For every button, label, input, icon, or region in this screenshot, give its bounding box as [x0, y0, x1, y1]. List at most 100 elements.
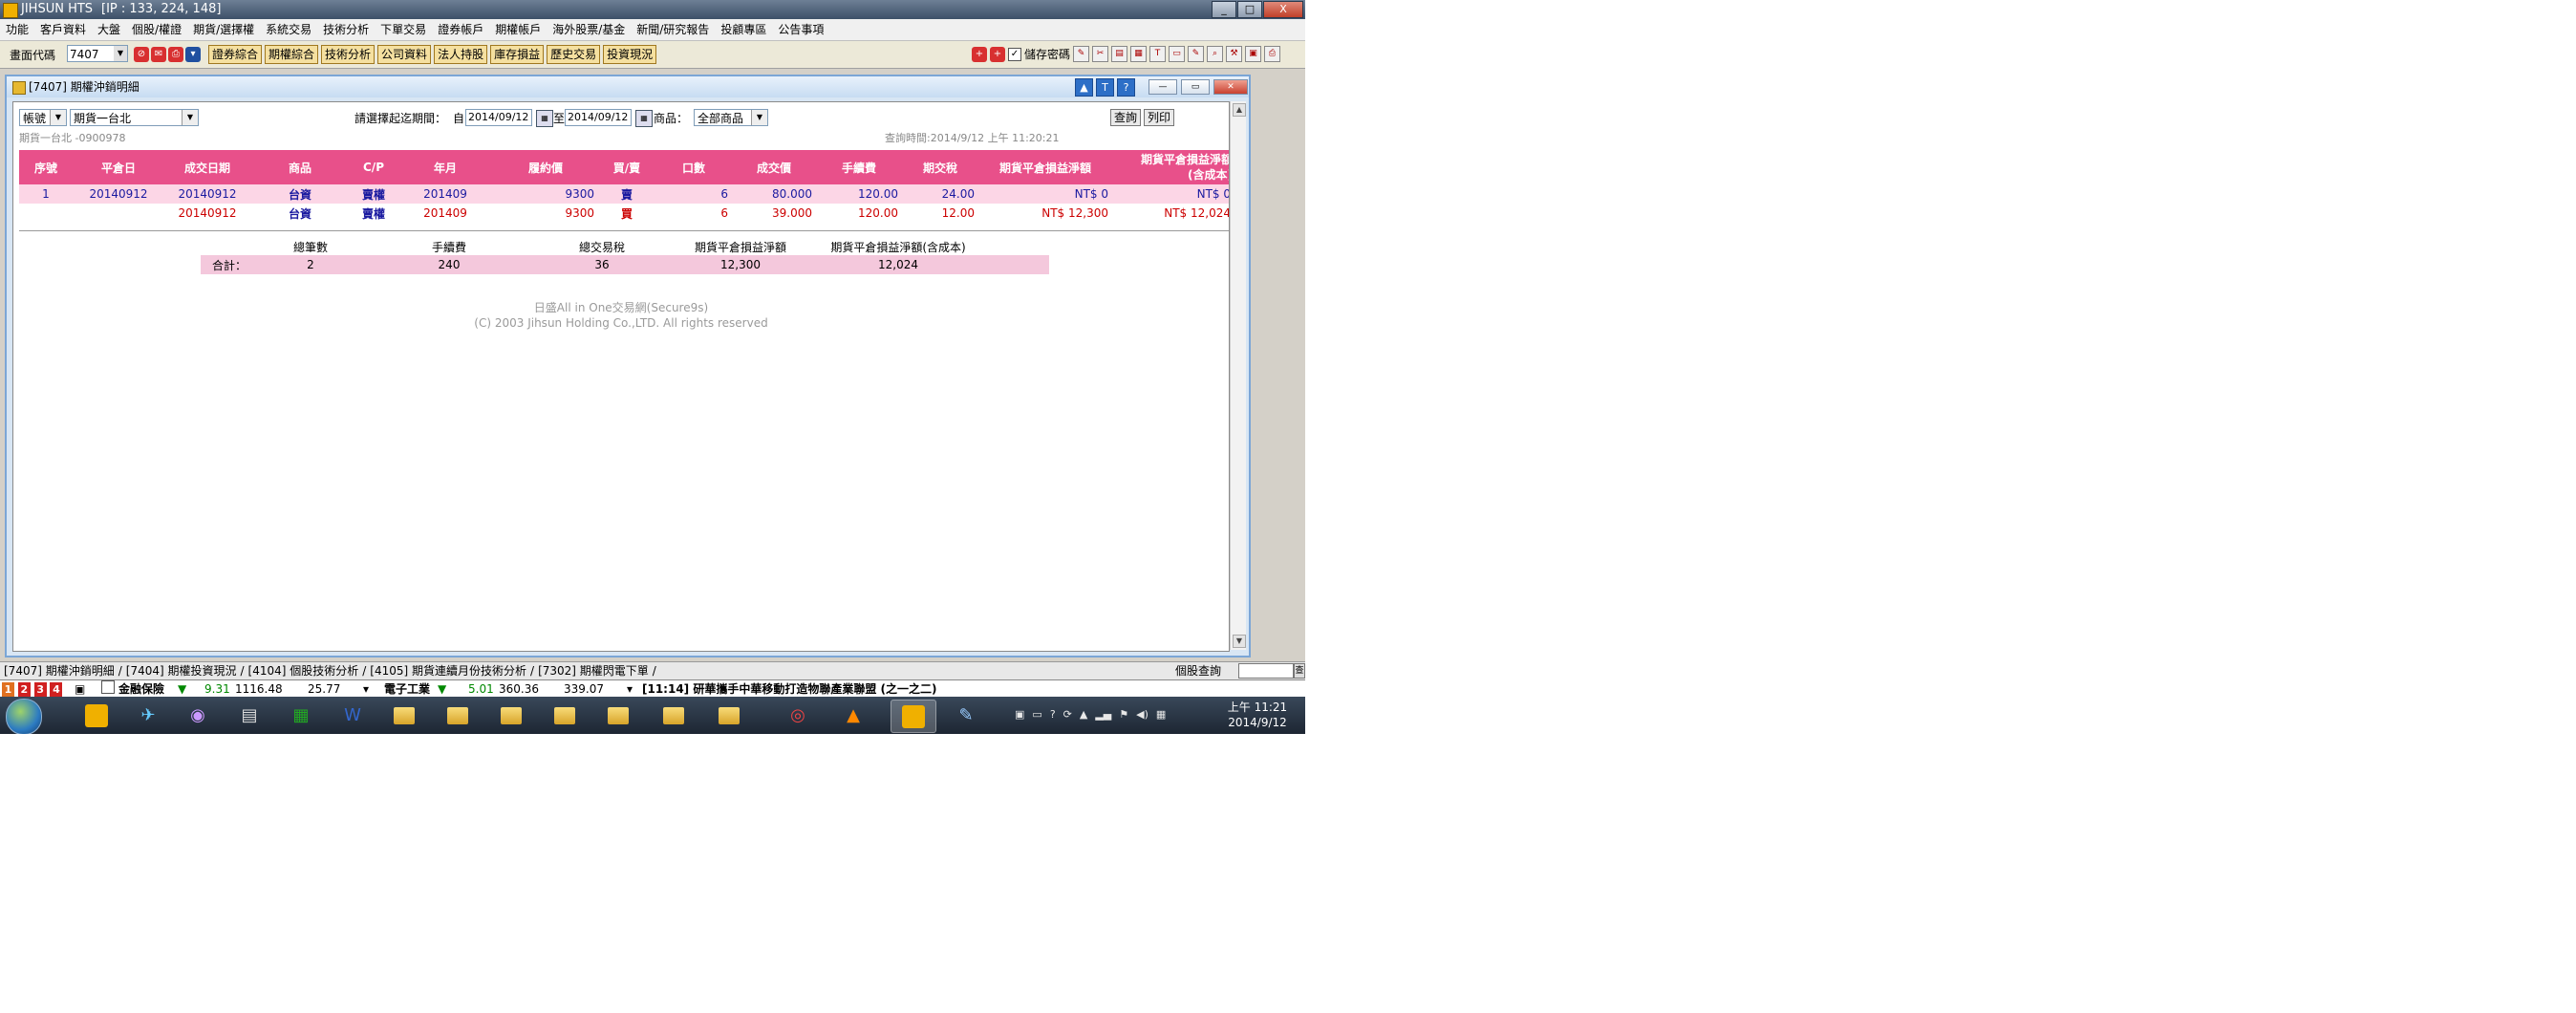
- inventory-pnl-button[interactable]: 庫存損益: [490, 45, 545, 64]
- print-icon[interactable]: ⎙: [1264, 46, 1281, 62]
- stop-icon[interactable]: ⊘: [134, 47, 149, 62]
- media-icon[interactable]: ◉: [176, 700, 220, 731]
- trade-history-button[interactable]: 歷史交易: [547, 45, 601, 64]
- securities-summary-button[interactable]: 證券綜合: [208, 45, 263, 64]
- chart-icon[interactable]: ▦: [1130, 46, 1148, 62]
- tool-icon[interactable]: ⚒: [1226, 46, 1243, 62]
- folder-icon[interactable]: [436, 700, 480, 731]
- word-icon[interactable]: W: [331, 700, 375, 731]
- tray-keyboard-icon[interactable]: ▭: [1032, 708, 1041, 721]
- tray-power-icon[interactable]: ▦: [1156, 708, 1166, 721]
- menu-securities-account[interactable]: 證券帳戶: [432, 19, 489, 40]
- tab-7407[interactable]: [7407] 期權沖銷明細: [0, 662, 118, 679]
- to-date-field[interactable]: 2014/09/12: [565, 109, 632, 126]
- company-info-button[interactable]: 公司資料: [377, 45, 432, 64]
- print-icon[interactable]: ⎙: [168, 47, 183, 62]
- page-3-button[interactable]: 3: [33, 682, 47, 698]
- start-button[interactable]: [6, 699, 42, 734]
- lock-icon[interactable]: +: [972, 46, 987, 62]
- menu-futures-options[interactable]: 期貨/選擇權: [187, 19, 260, 40]
- folder-icon[interactable]: [596, 700, 640, 731]
- stock-query-button[interactable]: 查: [1294, 663, 1305, 679]
- child-minimize-button[interactable]: —: [1148, 79, 1177, 95]
- menu-order[interactable]: 下單交易: [375, 19, 432, 40]
- excel-icon[interactable]: ▦: [279, 700, 323, 731]
- calendar-icon[interactable]: ▦: [635, 110, 653, 127]
- save-icon[interactable]: ▣: [1245, 46, 1262, 62]
- screen-code-select[interactable]: 7407 ▼: [67, 45, 128, 62]
- menu-customer[interactable]: 客戶資料: [34, 19, 92, 40]
- folder-icon[interactable]: [707, 700, 751, 731]
- ticker-dropdown-icon[interactable]: ▾: [363, 680, 369, 698]
- window-icon[interactable]: ▭: [1169, 46, 1186, 62]
- menu-overseas[interactable]: 海外股票/基金: [547, 19, 631, 40]
- cut-icon[interactable]: ✂: [1092, 46, 1109, 62]
- paint-icon[interactable]: ✎: [944, 700, 988, 731]
- text-icon[interactable]: T: [1149, 46, 1167, 62]
- table-row[interactable]: 20140912 台資 賣權 201409 9300 買 6 39.000 12…: [19, 204, 1229, 223]
- unlock-icon[interactable]: +: [990, 46, 1005, 62]
- jihsun-hts-task[interactable]: [891, 700, 936, 733]
- mail-icon[interactable]: ✉: [151, 47, 166, 62]
- page-1-button[interactable]: 1: [2, 682, 14, 698]
- minimize-button[interactable]: _: [1212, 1, 1236, 18]
- scroll-down-icon[interactable]: ▼: [1233, 635, 1246, 648]
- menu-news-research[interactable]: 新聞/研究報告: [631, 19, 715, 40]
- print-button[interactable]: 列印: [1144, 109, 1174, 126]
- note-icon[interactable]: ▤: [1111, 46, 1128, 62]
- institutional-holdings-button[interactable]: 法人持股: [434, 45, 488, 64]
- page-2-button[interactable]: 2: [17, 682, 31, 698]
- child-restore-button[interactable]: ▭: [1181, 79, 1210, 95]
- app-icon[interactable]: ✈: [126, 700, 170, 731]
- taskbar-clock[interactable]: 上午 11:21 2014/9/12: [1223, 700, 1292, 730]
- tab-7302[interactable]: [7302] 期權閃電下單: [534, 662, 653, 679]
- futures-summary-button[interactable]: 期權綜合: [265, 45, 319, 64]
- menu-system-trading[interactable]: 系統交易: [260, 19, 317, 40]
- ticker-news[interactable]: [11:14] 研華攜手中華移動打造物聯產業聯盟 (之一之二): [642, 680, 937, 698]
- account-select[interactable]: 期貨一台北 ▼: [70, 109, 199, 126]
- pen-icon[interactable]: ✎: [1188, 46, 1205, 62]
- folder-icon[interactable]: [489, 700, 533, 731]
- menu-function[interactable]: 功能: [0, 19, 34, 40]
- investment-status-button[interactable]: 投資現況: [603, 45, 657, 64]
- document-icon[interactable]: ▤: [227, 700, 271, 731]
- query-button[interactable]: 查詢: [1110, 109, 1141, 126]
- save-password-checkbox[interactable]: ✓: [1008, 47, 1021, 61]
- jihsun-app-icon[interactable]: [75, 700, 118, 731]
- chrome-icon[interactable]: ◎: [776, 700, 820, 731]
- ticker-dropdown-icon[interactable]: ▾: [627, 680, 633, 698]
- tray-help-icon[interactable]: ?: [1050, 708, 1056, 721]
- search-icon[interactable]: ⌕: [1207, 46, 1224, 62]
- tray-network-icon[interactable]: ▂▄: [1095, 708, 1111, 721]
- close-button[interactable]: X: [1263, 1, 1303, 18]
- tray-expand-icon[interactable]: ▲: [1080, 708, 1087, 721]
- vertical-scrollbar[interactable]: ▲ ▼: [1230, 101, 1246, 650]
- tray-volume-icon[interactable]: ◀): [1136, 708, 1148, 721]
- maximize-button[interactable]: □: [1237, 1, 1262, 18]
- tab-4104[interactable]: [4104] 個股技術分析: [245, 662, 363, 679]
- menu-technical-analysis[interactable]: 技術分析: [317, 19, 375, 40]
- edit-icon[interactable]: ✎: [1073, 46, 1090, 62]
- menu-announcements[interactable]: 公告事項: [772, 19, 829, 40]
- technical-analysis-button[interactable]: 技術分析: [321, 45, 376, 64]
- page-4-button[interactable]: 4: [50, 682, 63, 698]
- tray-flag-icon[interactable]: ⚑: [1119, 708, 1128, 721]
- tray-sync-icon[interactable]: ⟳: [1063, 708, 1072, 721]
- lock-icon[interactable]: ▣: [75, 680, 85, 698]
- scroll-up-icon[interactable]: ▲: [1233, 103, 1246, 117]
- menu-futures-account[interactable]: 期權帳戶: [489, 19, 547, 40]
- tab-7404[interactable]: [7404] 期權投資現況: [122, 662, 241, 679]
- folder-icon[interactable]: [652, 700, 696, 731]
- account-type-select[interactable]: 帳號 ▼: [19, 109, 67, 126]
- vlc-icon[interactable]: ▲: [831, 700, 875, 731]
- product-select[interactable]: 全部商品 ▼: [694, 109, 768, 126]
- folder-icon[interactable]: [382, 700, 426, 731]
- menu-stocks-warrants[interactable]: 個股/權證: [126, 19, 187, 40]
- dropdown-icon[interactable]: ▾: [185, 47, 201, 62]
- child-close-button[interactable]: ✕: [1213, 79, 1248, 95]
- table-row[interactable]: 1 20140912 20140912 台資 賣權 201409 9300 賣 …: [19, 184, 1229, 204]
- help-icon[interactable]: ?: [1117, 78, 1135, 97]
- menu-advisory[interactable]: 投顧專區: [715, 19, 772, 40]
- tab-4105[interactable]: [4105] 期貨連續月份技術分析: [366, 662, 530, 679]
- text-icon[interactable]: T: [1096, 78, 1114, 97]
